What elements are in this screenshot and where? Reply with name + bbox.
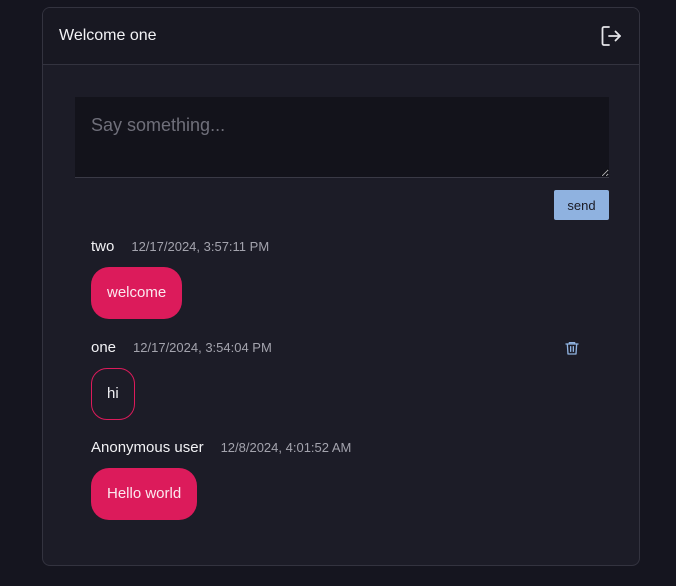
message-bubble: welcome (91, 267, 183, 319)
message-meta: two 12/17/2024, 3:57:11 PM (91, 238, 597, 258)
message-author: Anonymous user (91, 439, 204, 456)
message-item: one 12/17/2024, 3:54:04 PM hi (91, 339, 597, 420)
message-item: Anonymous user 12/8/2024, 4:01:52 AM Hel… (91, 439, 597, 520)
message-timestamp: 12/17/2024, 3:54:04 PM (133, 340, 272, 355)
chat-card: Welcome one send two 12/17/2024, 3:57:11… (42, 7, 640, 566)
trash-icon (565, 342, 579, 355)
message-meta: one 12/17/2024, 3:54:04 PM (91, 339, 597, 359)
delete-message-button[interactable] (563, 339, 581, 357)
card-header: Welcome one (43, 8, 639, 65)
send-button[interactable]: send (554, 190, 609, 220)
message-bubble: hi (91, 368, 135, 420)
message-author: one (91, 339, 117, 356)
message-meta: Anonymous user 12/8/2024, 4:01:52 AM (91, 439, 597, 459)
logout-button[interactable] (598, 23, 624, 49)
message-timestamp: 12/17/2024, 3:57:11 PM (131, 239, 270, 254)
logout-icon (601, 26, 621, 46)
message-item: two 12/17/2024, 3:57:11 PM welcome (91, 238, 597, 319)
page-title: Welcome one (59, 27, 157, 44)
message-timestamp: 12/8/2024, 4:01:52 AM (220, 440, 352, 455)
message-input[interactable] (75, 97, 609, 178)
message-bubble: Hello world (91, 468, 198, 520)
message-author: two (91, 238, 115, 255)
